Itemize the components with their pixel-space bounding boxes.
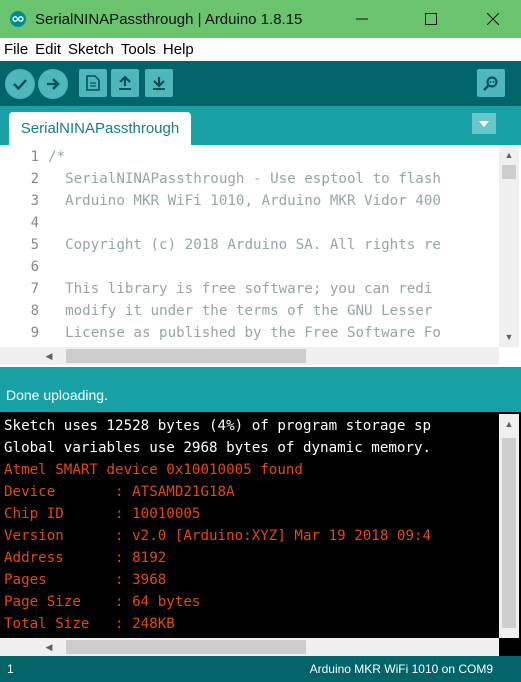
serial-monitor-button[interactable]: [477, 69, 505, 97]
new-icon: [86, 75, 100, 91]
code-line: Copyright (c) 2018 Arduino SA. All right…: [48, 237, 441, 253]
code-line: This library is free software; you can r…: [48, 281, 433, 297]
menu-bar: File Edit Sketch Tools Help: [0, 38, 521, 61]
upload-icon: [47, 78, 60, 90]
console-text-area: Sketch uses 12528 bytes (4%) of program …: [0, 412, 499, 638]
line-number: 5: [30, 237, 39, 253]
verify-button[interactable]: [5, 69, 35, 99]
code-editor[interactable]: 1 2 3 4 5 6 7 8 9 /* SerialNINAPassthrou…: [0, 145, 521, 367]
verify-icon: [13, 79, 27, 91]
new-button[interactable]: [79, 69, 107, 97]
menu-file[interactable]: File: [4, 41, 28, 58]
code-line: License as published by the Free Softwar…: [48, 325, 441, 341]
serial-monitor-icon: [483, 76, 498, 91]
line-number: 9: [30, 325, 39, 341]
scroll-up-icon[interactable]: ▲: [500, 415, 518, 433]
tab-strip: SerialNINAPassthrough: [0, 106, 521, 145]
console-line: Atmel SMART device 0x10010005 found: [4, 462, 303, 478]
code-line: SerialNINAPassthrough - Use esptool to f…: [48, 171, 441, 187]
menu-sketch[interactable]: Sketch: [68, 41, 114, 58]
line-number: 2: [30, 171, 39, 187]
scroll-left-icon[interactable]: ◀: [40, 638, 58, 656]
line-number: 8: [30, 303, 39, 319]
tab-menu-button[interactable]: [472, 113, 496, 134]
close-icon: [487, 13, 499, 25]
scrollbar-thumb[interactable]: [66, 349, 306, 363]
status-message: Done uploading.: [6, 387, 108, 403]
line-number: 7: [30, 281, 39, 297]
console-horizontal-scrollbar[interactable]: ◀: [0, 638, 499, 656]
scroll-up-icon[interactable]: ▲: [500, 146, 518, 164]
output-console[interactable]: Sketch uses 12528 bytes (4%) of program …: [0, 412, 521, 656]
console-line: Version : v2.0 [Arduino:XYZ] Mar 19 2018…: [4, 528, 432, 544]
line-number: 1: [30, 149, 39, 165]
line-number: 6: [30, 259, 39, 275]
scrollbar-thumb[interactable]: [502, 165, 516, 179]
console-vertical-scrollbar[interactable]: ▲: [499, 414, 519, 638]
footer-status-bar: 1 Arduino MKR WiFi 1010 on COM9: [0, 656, 521, 682]
console-line: Sketch uses 12528 bytes (4%) of program …: [4, 418, 432, 434]
console-line: Pages : 3968: [4, 572, 167, 588]
editor-console-divider[interactable]: [0, 367, 521, 377]
line-number: 3: [30, 193, 39, 209]
save-icon: [153, 77, 165, 90]
tab-sketch[interactable]: SerialNINAPassthrough: [9, 112, 191, 145]
console-line: Device : ATSAMD21G18A: [4, 484, 235, 500]
console-line: Chip ID : 10010005: [4, 506, 201, 522]
minimize-icon: [356, 18, 368, 20]
line-number-gutter: 1 2 3 4 5 6 7 8 9: [0, 145, 48, 347]
menu-help[interactable]: Help: [163, 41, 194, 58]
maximize-button[interactable]: [408, 0, 454, 38]
cursor-line-number: 1: [7, 662, 14, 676]
menu-edit[interactable]: Edit: [35, 41, 61, 58]
maximize-icon: [425, 13, 437, 25]
console-line: Global variables use 2968 bytes of dynam…: [4, 440, 432, 456]
title-bar: SerialNINAPassthrough | Arduino 1.8.15: [0, 0, 521, 38]
editor-vertical-scrollbar[interactable]: ▲ ▼: [499, 145, 519, 347]
code-text-area[interactable]: /* SerialNINAPassthrough - Use esptool t…: [48, 145, 499, 347]
status-bar: Done uploading.: [0, 377, 521, 412]
save-button[interactable]: [145, 69, 173, 97]
arduino-logo-icon: [10, 11, 26, 27]
scrollbar-thumb[interactable]: [66, 640, 306, 654]
line-number: 4: [30, 215, 39, 231]
open-button[interactable]: [111, 69, 139, 97]
open-icon: [119, 75, 131, 90]
toolbar: [0, 61, 521, 106]
code-line: modify it under the terms of the GNU Les…: [48, 303, 441, 319]
minimize-button[interactable]: [339, 0, 385, 38]
code-line: /*: [48, 149, 66, 165]
chevron-down-icon: [479, 120, 489, 127]
console-line: Address : 8192: [4, 550, 167, 566]
code-line: Arduino MKR WiFi 1010, Arduino MKR Vidor…: [48, 193, 441, 209]
scrollbar-thumb[interactable]: [502, 438, 516, 628]
close-button[interactable]: [470, 0, 516, 38]
window-title: SerialNINAPassthrough | Arduino 1.8.15: [35, 10, 303, 28]
editor-horizontal-scrollbar[interactable]: ◀: [0, 347, 499, 365]
scroll-down-icon[interactable]: ▼: [500, 328, 518, 346]
upload-button[interactable]: [38, 69, 68, 99]
tab-label: SerialNINAPassthrough: [20, 120, 180, 137]
scroll-left-icon[interactable]: ◀: [40, 347, 58, 365]
menu-tools[interactable]: Tools: [121, 41, 156, 58]
board-port-label: Arduino MKR WiFi 1010 on COM9: [309, 662, 493, 676]
console-line: Total Size : 248KB: [4, 616, 175, 632]
console-line: Page Size : 64 bytes: [4, 594, 201, 610]
